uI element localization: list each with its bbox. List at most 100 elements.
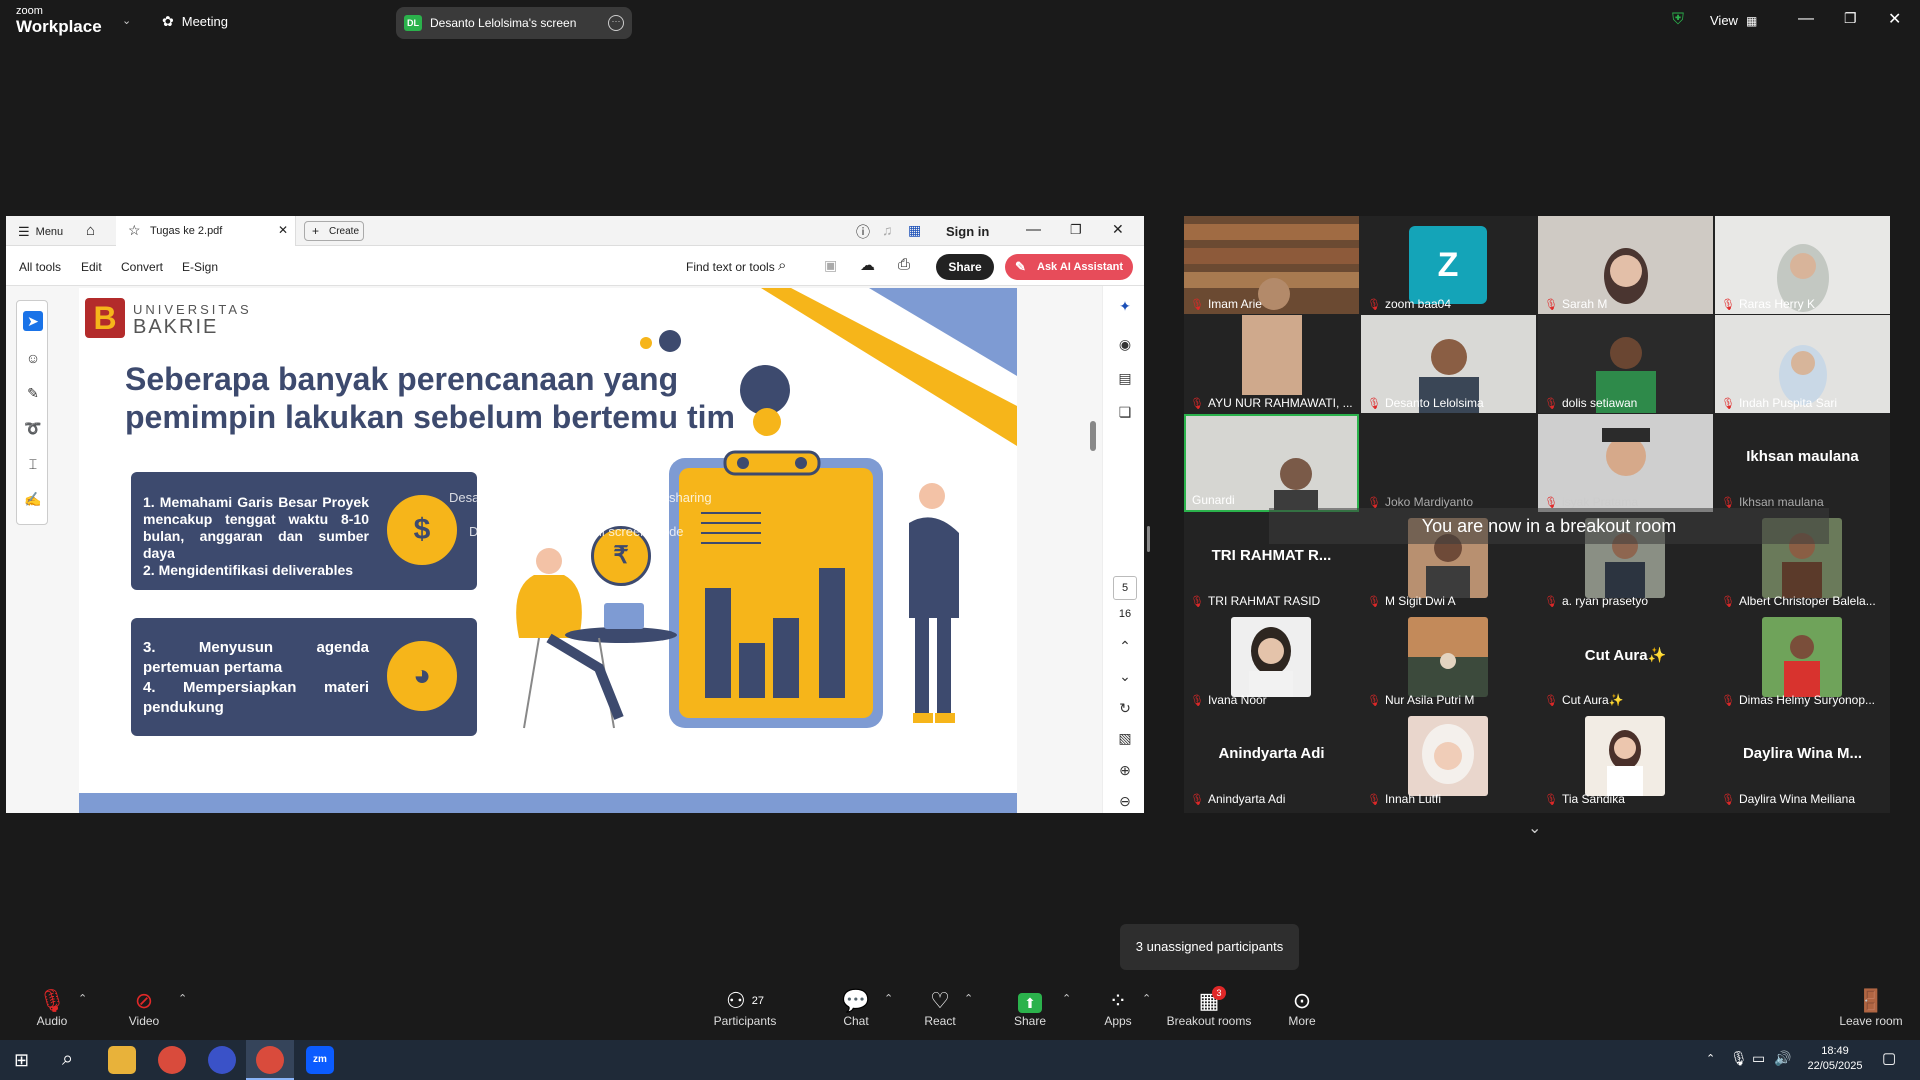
select-cursor-icon[interactable]: ➤ [23,311,43,331]
star-icon[interactable]: ☆ [128,222,141,239]
leave-room-button[interactable]: 🚪 Leave room [1836,988,1906,1028]
search-icon[interactable]: ⌕ [778,257,786,274]
page-number-input[interactable]: 5 [1113,576,1137,600]
document-settings-icon[interactable]: ▧ [1115,728,1135,748]
zoom-out-icon[interactable]: ⊖ [1115,791,1135,811]
browser-icon[interactable] [208,1046,236,1074]
help-icon[interactable]: ⓘ [856,222,870,242]
active-chrome-taskbar-item[interactable] [246,1040,294,1080]
gallery-next-page-icon[interactable]: ⌄ [1528,818,1541,838]
split-resize-handle[interactable] [1147,526,1150,552]
zoom-in-icon[interactable]: ⊕ [1115,760,1135,780]
more-button[interactable]: ⊙ More [1282,988,1322,1028]
react-button[interactable]: ♡ React [920,988,960,1028]
print-icon[interactable]: ⎙ [898,256,910,273]
upload-cloud-icon[interactable]: ☁ [860,256,875,274]
vertical-scrollbar[interactable] [1090,421,1096,451]
tool-convert[interactable]: Convert [121,260,163,274]
chrome-icon[interactable] [158,1046,186,1074]
video-options-caret[interactable]: ⌃ [178,992,187,1005]
restore-icon[interactable]: ❐ [1844,10,1857,27]
participant-tile[interactable]: Z 🎙 zoom baa04 [1361,216,1536,314]
pdf-share-button[interactable]: Share [936,254,994,280]
chat-button[interactable]: 💬 Chat [836,988,876,1028]
sign-icon[interactable]: ✍ [23,489,43,509]
participant-tile[interactable]: 🎙 Innah Lutfi [1361,711,1536,809]
pdf-close-icon[interactable]: ✕ [1112,221,1124,238]
draw-lasso-icon[interactable]: ➰ [23,418,43,438]
comment-icon[interactable]: ☺ [23,348,43,368]
tool-esign[interactable]: E-Sign [182,260,218,274]
participant-tile[interactable]: Anindyarta Adi 🎙 Anindyarta Adi [1184,711,1359,809]
home-icon[interactable]: ⌂ [86,222,95,239]
participant-tile[interactable]: 🎙 Joko Mardiyanto [1361,414,1536,512]
pdf-restore-icon[interactable]: ❐ [1070,222,1082,238]
notifications-icon[interactable]: ▢ [1882,1049,1896,1067]
audio-button[interactable]: 🎙 Audio [32,988,72,1028]
network-icon[interactable]: ▭ [1752,1050,1765,1067]
participant-tile[interactable]: 🎙 Imam Arie [1184,216,1359,314]
bell-icon[interactable]: ♫ [882,222,893,238]
tab-close-icon[interactable]: ✕ [278,223,288,237]
bookmark-icon[interactable]: ▤ [1115,368,1135,388]
apps-button[interactable]: ⁘ Apps [1098,988,1138,1028]
participant-tile[interactable]: 🎙 Desanto Lelolsima [1361,315,1536,413]
participant-tile[interactable]: 🎙 Ivana Noor [1184,612,1359,710]
view-button[interactable]: View ▦ [1710,13,1757,28]
participant-tile[interactable]: Daylira Wina M... 🎙 Daylira Wina Meiliana [1715,711,1890,809]
zoom-taskbar-icon[interactable]: zm [306,1046,334,1074]
participant-tile[interactable]: 🎙 Dimas Helmy Suryonop... [1715,612,1890,710]
share-screen-button[interactable]: ⬆ Share [1010,988,1050,1028]
ai-summary-icon[interactable]: ✦ [1115,296,1135,316]
windows-start-icon[interactable]: ⊞ [14,1050,29,1071]
participant-tile[interactable]: 🎙 AYU NUR RAHMAWATI, ... [1184,315,1359,413]
meeting-menu[interactable]: ✿ Meeting [162,13,228,30]
security-shield-icon[interactable]: ⛨ [1672,11,1684,29]
page-up-icon[interactable]: ⌃ [1115,636,1135,656]
more-options-icon[interactable]: ··· [608,15,624,31]
comments-panel-icon[interactable]: ◉ [1115,334,1135,354]
audio-options-caret[interactable]: ⌃ [78,992,87,1005]
highlight-pen-icon[interactable]: ✎ [23,383,43,403]
chat-options-caret[interactable]: ⌃ [884,992,893,1005]
file-explorer-icon[interactable] [108,1046,136,1074]
tool-all-tools[interactable]: All tools [19,260,61,274]
react-options-caret[interactable]: ⌃ [964,992,973,1005]
screen-share-indicator[interactable]: DL Desanto Lelolsima's screen ··· [396,7,632,39]
participant-tile[interactable]: 🎙 dolis setiawan [1538,315,1713,413]
participants-button[interactable]: ⚇ 27 Participants [712,988,778,1028]
find-text-tools[interactable]: Find text or tools [686,260,775,274]
pdf-minimize-icon[interactable]: — [1026,221,1041,238]
share-options-caret[interactable]: ⌃ [1062,992,1071,1005]
chevron-down-icon[interactable]: ⌄ [122,14,131,27]
participant-tile[interactable]: 🎙 Raras Herry K [1715,216,1890,314]
apps-grid-icon[interactable]: ▦ [908,222,921,239]
rotate-icon[interactable]: ↻ [1115,698,1135,718]
tool-edit[interactable]: Edit [81,260,102,274]
minimize-icon[interactable]: — [1798,10,1814,28]
participant-tile[interactable]: 🎙 Nur Asila Putri M [1361,612,1536,710]
menu-button[interactable]: ☰ Menu [18,224,63,240]
breakout-rooms-button[interactable]: ▦ 3 Breakout rooms [1162,986,1256,1028]
text-box-icon[interactable]: ⌶ [23,454,43,474]
participant-tile[interactable]: 🎙 isyak Pratama [1538,414,1713,512]
volume-icon[interactable]: 🔊 [1774,1050,1791,1067]
system-clock[interactable]: 18:49 22/05/2025 [1800,1044,1870,1074]
participant-tile[interactable]: 🎙 Indah Puspita Sari [1715,315,1890,413]
participant-tile[interactable]: 🎙 Sarah M [1538,216,1713,314]
video-button[interactable]: ⊘ Video [124,988,164,1028]
apps-options-caret[interactable]: ⌃ [1142,992,1151,1005]
save-icon[interactable]: ▣ [824,257,837,274]
pages-icon[interactable]: ❏ [1115,402,1135,422]
participant-tile[interactable]: Cut Aura✨ 🎙 Cut Aura✨ [1538,612,1713,710]
participant-tile[interactable]: Ikhsan maulana 🎙 Ikhsan maulana [1715,414,1890,512]
show-hidden-icons[interactable]: ⌃ [1706,1052,1715,1065]
close-icon[interactable]: ✕ [1888,9,1901,29]
participant-tile[interactable]: 🎙 Tia Sandika [1538,711,1713,809]
ask-ai-assistant-button[interactable]: ✎ Ask AI Assistant [1005,254,1133,280]
microphone-tray-icon[interactable]: 🎙 [1730,1050,1748,1067]
tab-document[interactable]: ☆ Tugas ke 2.pdf ✕ [116,216,296,246]
page-down-icon[interactable]: ⌄ [1115,666,1135,686]
sign-in-link[interactable]: Sign in [946,224,989,239]
create-button[interactable]: + Create [304,221,364,241]
